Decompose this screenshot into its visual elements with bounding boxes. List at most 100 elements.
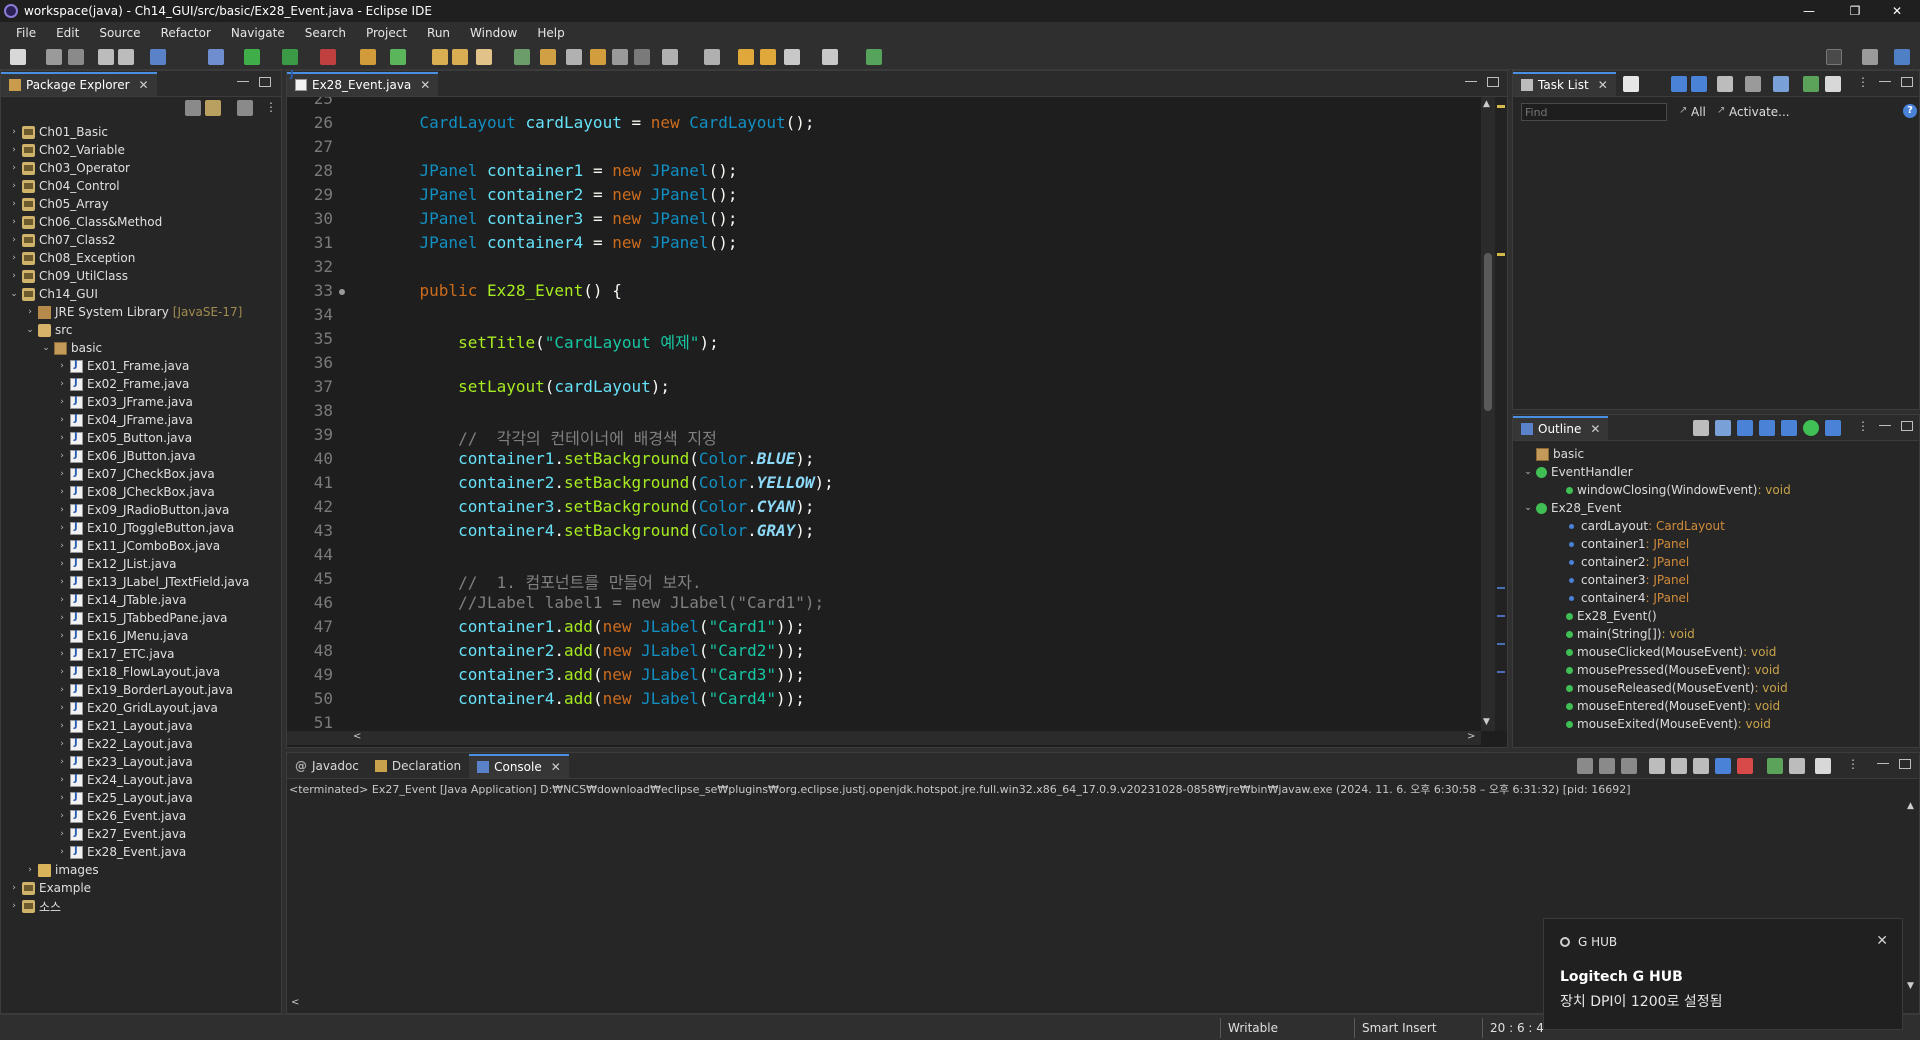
code-line[interactable]: container2.setBackground(Color.YELLOW); <box>381 473 834 492</box>
code-line[interactable]: public Ex28_Event() { <box>381 281 622 300</box>
code-line[interactable]: JPanel container3 = new JPanel(); <box>381 209 738 228</box>
code-line[interactable]: CardLayout cardLayout = new CardLayout()… <box>381 113 815 132</box>
tab-outline[interactable]: Outline ✕ <box>1513 416 1609 440</box>
forward-edit-icon[interactable] <box>760 49 776 65</box>
java-file-item[interactable]: › Ex21_Layout.java <box>57 717 193 735</box>
scroll-right-icon[interactable]: > <box>1467 731 1475 742</box>
hide-fields-icon[interactable] <box>1737 420 1753 436</box>
ruler-warning-marker[interactable] <box>1497 253 1505 256</box>
menu-window[interactable]: Window <box>460 26 527 40</box>
src-folder-item[interactable]: ⌄ src <box>25 321 72 339</box>
chevron-right-icon[interactable]: › <box>57 541 67 551</box>
view-menu-icon[interactable]: ⋮ <box>1847 757 1859 771</box>
project-item[interactable]: › Ch09_UtilClass <box>9 267 128 285</box>
search-icon[interactable] <box>514 49 530 65</box>
outline-item[interactable]: windowClosing(WindowEvent) : void <box>1553 481 1791 499</box>
focus-icon[interactable] <box>1717 76 1733 92</box>
chevron-right-icon[interactable]: › <box>9 217 19 227</box>
show-stderr-icon[interactable] <box>1737 758 1753 774</box>
chevron-right-icon[interactable]: › <box>57 397 67 407</box>
next-annotation-icon[interactable] <box>662 49 678 65</box>
save-icon[interactable] <box>46 49 62 65</box>
tab-javadoc[interactable]: @ Javadoc <box>287 754 367 778</box>
chevron-right-icon[interactable]: › <box>25 865 35 875</box>
external-tools-icon[interactable] <box>320 49 336 65</box>
outline-item[interactable]: mouseClicked(MouseEvent) : void <box>1553 643 1776 661</box>
editor-horizontal-scrollbar[interactable]: < > <box>287 731 1481 745</box>
menu-edit[interactable]: Edit <box>46 26 89 40</box>
collapse-all-icon[interactable] <box>1693 420 1709 436</box>
sync-icon[interactable] <box>1803 76 1819 92</box>
outline-item[interactable]: basic <box>1523 445 1584 463</box>
view-menu-icon[interactable]: ⋮ <box>1857 419 1869 433</box>
java-file-item[interactable]: › Ex24_Layout.java <box>57 771 193 789</box>
outline-item[interactable]: mouseReleased(MouseEvent) : void <box>1553 679 1788 697</box>
chevron-down-icon[interactable]: ⌄ <box>9 289 19 299</box>
project-item[interactable]: › Ch02_Variable <box>9 141 125 159</box>
filter-icon[interactable] <box>237 100 253 116</box>
java-file-item[interactable]: › Ex06_JButton.java <box>57 447 195 465</box>
outline-item[interactable]: ⌄ Ex28_Event <box>1523 499 1621 517</box>
menu-refactor[interactable]: Refactor <box>151 26 221 40</box>
outline-item[interactable]: mouseEntered(MouseEvent) : void <box>1553 697 1780 715</box>
chevron-right-icon[interactable]: › <box>57 433 67 443</box>
project-item[interactable]: › Ch01_Basic <box>9 123 108 141</box>
close-button[interactable]: ✕ <box>1874 0 1920 22</box>
link-editor-icon[interactable] <box>1825 420 1841 436</box>
scroll-left-icon[interactable]: < <box>353 731 361 742</box>
chevron-right-icon[interactable]: › <box>57 559 67 569</box>
outline-item[interactable]: main(String[]) : void <box>1553 625 1695 643</box>
project-item[interactable]: › Ch05_Array <box>9 195 108 213</box>
minimize-view-icon[interactable] <box>237 81 249 83</box>
project-item[interactable]: › 소스 <box>9 897 61 915</box>
categorized-icon[interactable] <box>1671 76 1687 92</box>
close-tab-icon[interactable]: ✕ <box>139 78 149 92</box>
maximize-view-icon[interactable] <box>1901 421 1913 431</box>
java-file-item[interactable]: › Ex04_JFrame.java <box>57 411 193 429</box>
java-file-item[interactable]: › Ex25_Layout.java <box>57 789 193 807</box>
tab-package-explorer[interactable]: Package Explorer ✕ <box>1 72 157 96</box>
new-icon[interactable] <box>10 49 26 65</box>
tab-declaration[interactable]: Declaration <box>367 754 469 778</box>
close-tab-icon[interactable]: ✕ <box>1590 422 1600 436</box>
ruler-occurrence-marker[interactable] <box>1497 615 1505 617</box>
scroll-up-icon[interactable]: ▲ <box>1907 801 1914 811</box>
code-line[interactable]: // 각각의 컨테이너에 배경색 지정 <box>381 425 717 449</box>
close-tab-icon[interactable]: ✕ <box>551 760 561 774</box>
java-file-item[interactable]: › Ex07_JCheckBox.java <box>57 465 214 483</box>
java-file-item[interactable]: › Ex26_Event.java <box>57 807 186 825</box>
project-item[interactable]: › Ch04_Control <box>9 177 119 195</box>
editor-scroll-thumb[interactable] <box>1484 253 1492 411</box>
open-perspective-icon[interactable] <box>1862 49 1878 65</box>
whitespace-icon[interactable] <box>612 49 628 65</box>
chevron-right-icon[interactable]: › <box>57 379 67 389</box>
show-stdout-icon[interactable] <box>1715 758 1731 774</box>
outline-item[interactable]: container2 : JPanel <box>1553 553 1689 571</box>
chevron-down-icon[interactable]: ⌄ <box>1523 467 1533 477</box>
outline-item[interactable]: container1 : JPanel <box>1553 535 1689 553</box>
open-console-icon[interactable] <box>866 49 882 65</box>
word-wrap-icon[interactable] <box>1693 758 1709 774</box>
menu-file[interactable]: File <box>6 26 46 40</box>
java-file-item[interactable]: › Ex17_ETC.java <box>57 645 174 663</box>
new-class-icon[interactable] <box>390 49 406 65</box>
scheduled-icon[interactable] <box>1691 76 1707 92</box>
console-vertical-scrollbar[interactable]: ▲ ▼ <box>1905 799 1919 997</box>
open-type-icon[interactable] <box>432 49 448 65</box>
code-line[interactable]: setTitle("CardLayout 예제"); <box>381 329 719 353</box>
project-item[interactable]: › Ch08_Exception <box>9 249 135 267</box>
java-file-item[interactable]: › Ex23_Layout.java <box>57 753 193 771</box>
ghub-notification[interactable]: G HUB ✕ Logitech G HUB 장치 DPI이 1200로 설정됨 <box>1543 918 1903 1030</box>
java-file-item[interactable]: › Ex19_BorderLayout.java <box>57 681 233 699</box>
java-file-item[interactable]: › Ex14_JTable.java <box>57 591 186 609</box>
chevron-right-icon[interactable]: › <box>9 883 19 893</box>
chevron-right-icon[interactable]: › <box>9 127 19 137</box>
close-tab-icon[interactable]: ✕ <box>1598 78 1608 92</box>
open-folder-icon[interactable] <box>452 49 468 65</box>
maximize-button[interactable]: ❐ <box>1832 0 1878 22</box>
chevron-right-icon[interactable]: › <box>57 829 67 839</box>
code-line[interactable]: // 1. 컴포넌트를 만들어 보자. <box>381 569 702 593</box>
help-icon[interactable]: ? <box>1903 104 1917 118</box>
java-file-item[interactable]: › Ex22_Layout.java <box>57 735 193 753</box>
outline-item[interactable]: container4 : JPanel <box>1553 589 1689 607</box>
